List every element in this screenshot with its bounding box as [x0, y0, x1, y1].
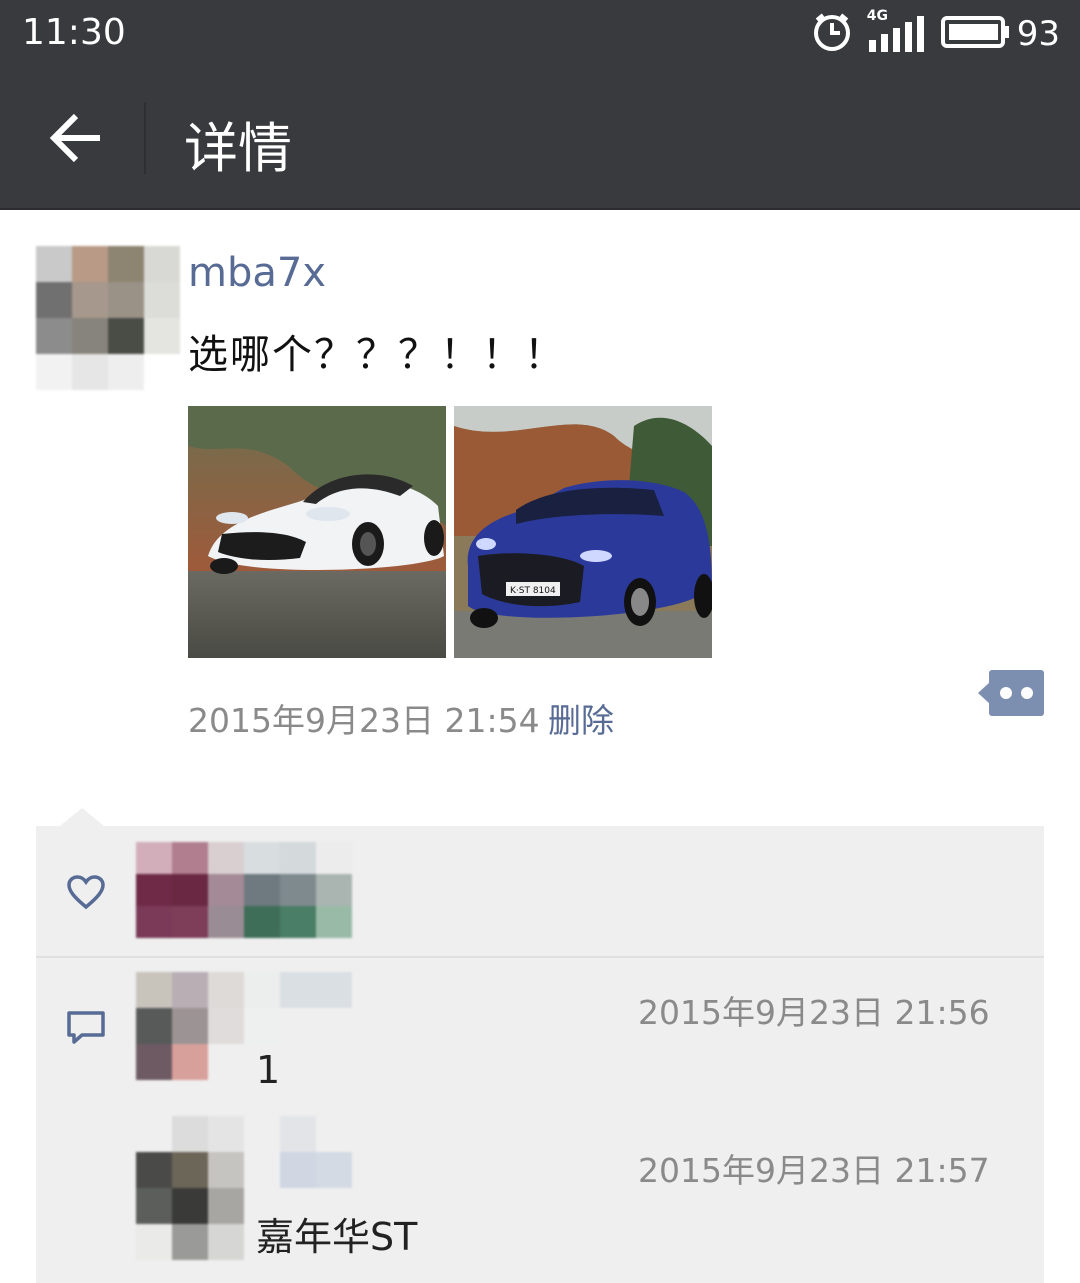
battery-icon	[940, 15, 1011, 53]
post-text: 选哪个？？？！！！	[188, 332, 566, 378]
post-timestamp: 2015年9月23日 21:54	[188, 701, 540, 740]
page-title: 详情	[184, 117, 292, 180]
author-name[interactable]: mba7x	[188, 250, 326, 296]
back-arrow-icon	[48, 110, 104, 170]
comment-icon	[66, 1010, 106, 1050]
author-avatar[interactable]	[36, 246, 180, 390]
nav-divider	[144, 102, 146, 174]
panel-divider	[36, 956, 1044, 958]
white-convertible-car-photo[interactable]	[188, 406, 446, 658]
delete-link[interactable]: 删除	[548, 694, 614, 742]
svg-text:K·ST 8104: K·ST 8104	[510, 586, 556, 596]
more-dots-icon	[978, 670, 1044, 720]
more-button[interactable]	[978, 670, 1044, 716]
interaction-panel: 2015年9月23日 21:56 1 2015年9月23日 21:57 嘉年华S…	[36, 826, 1044, 1283]
status-time: 11:30	[22, 12, 126, 53]
alarm-icon	[811, 11, 853, 57]
likes-row	[36, 826, 1044, 956]
comment-text: 嘉年华ST	[256, 1215, 418, 1259]
header-bottom-border	[0, 208, 1080, 210]
status-icons: 4G 93	[811, 8, 1060, 57]
comment-timestamp: 2015年9月23日 21:56	[638, 993, 990, 1032]
top-bar: 11:30 4G 93 详情	[0, 0, 1080, 208]
back-button[interactable]	[36, 100, 116, 180]
blue-hatchback-car-photo[interactable]: K·ST 8104	[454, 406, 712, 658]
battery-level: 93	[1016, 14, 1060, 54]
comment-text: 1	[256, 1048, 281, 1092]
liker-avatar[interactable]	[136, 842, 352, 938]
comment-timestamp: 2015年9月23日 21:57	[638, 1151, 990, 1190]
heart-icon	[66, 874, 106, 914]
signal-icon: 4G	[867, 8, 927, 54]
panel-pointer	[60, 808, 104, 826]
